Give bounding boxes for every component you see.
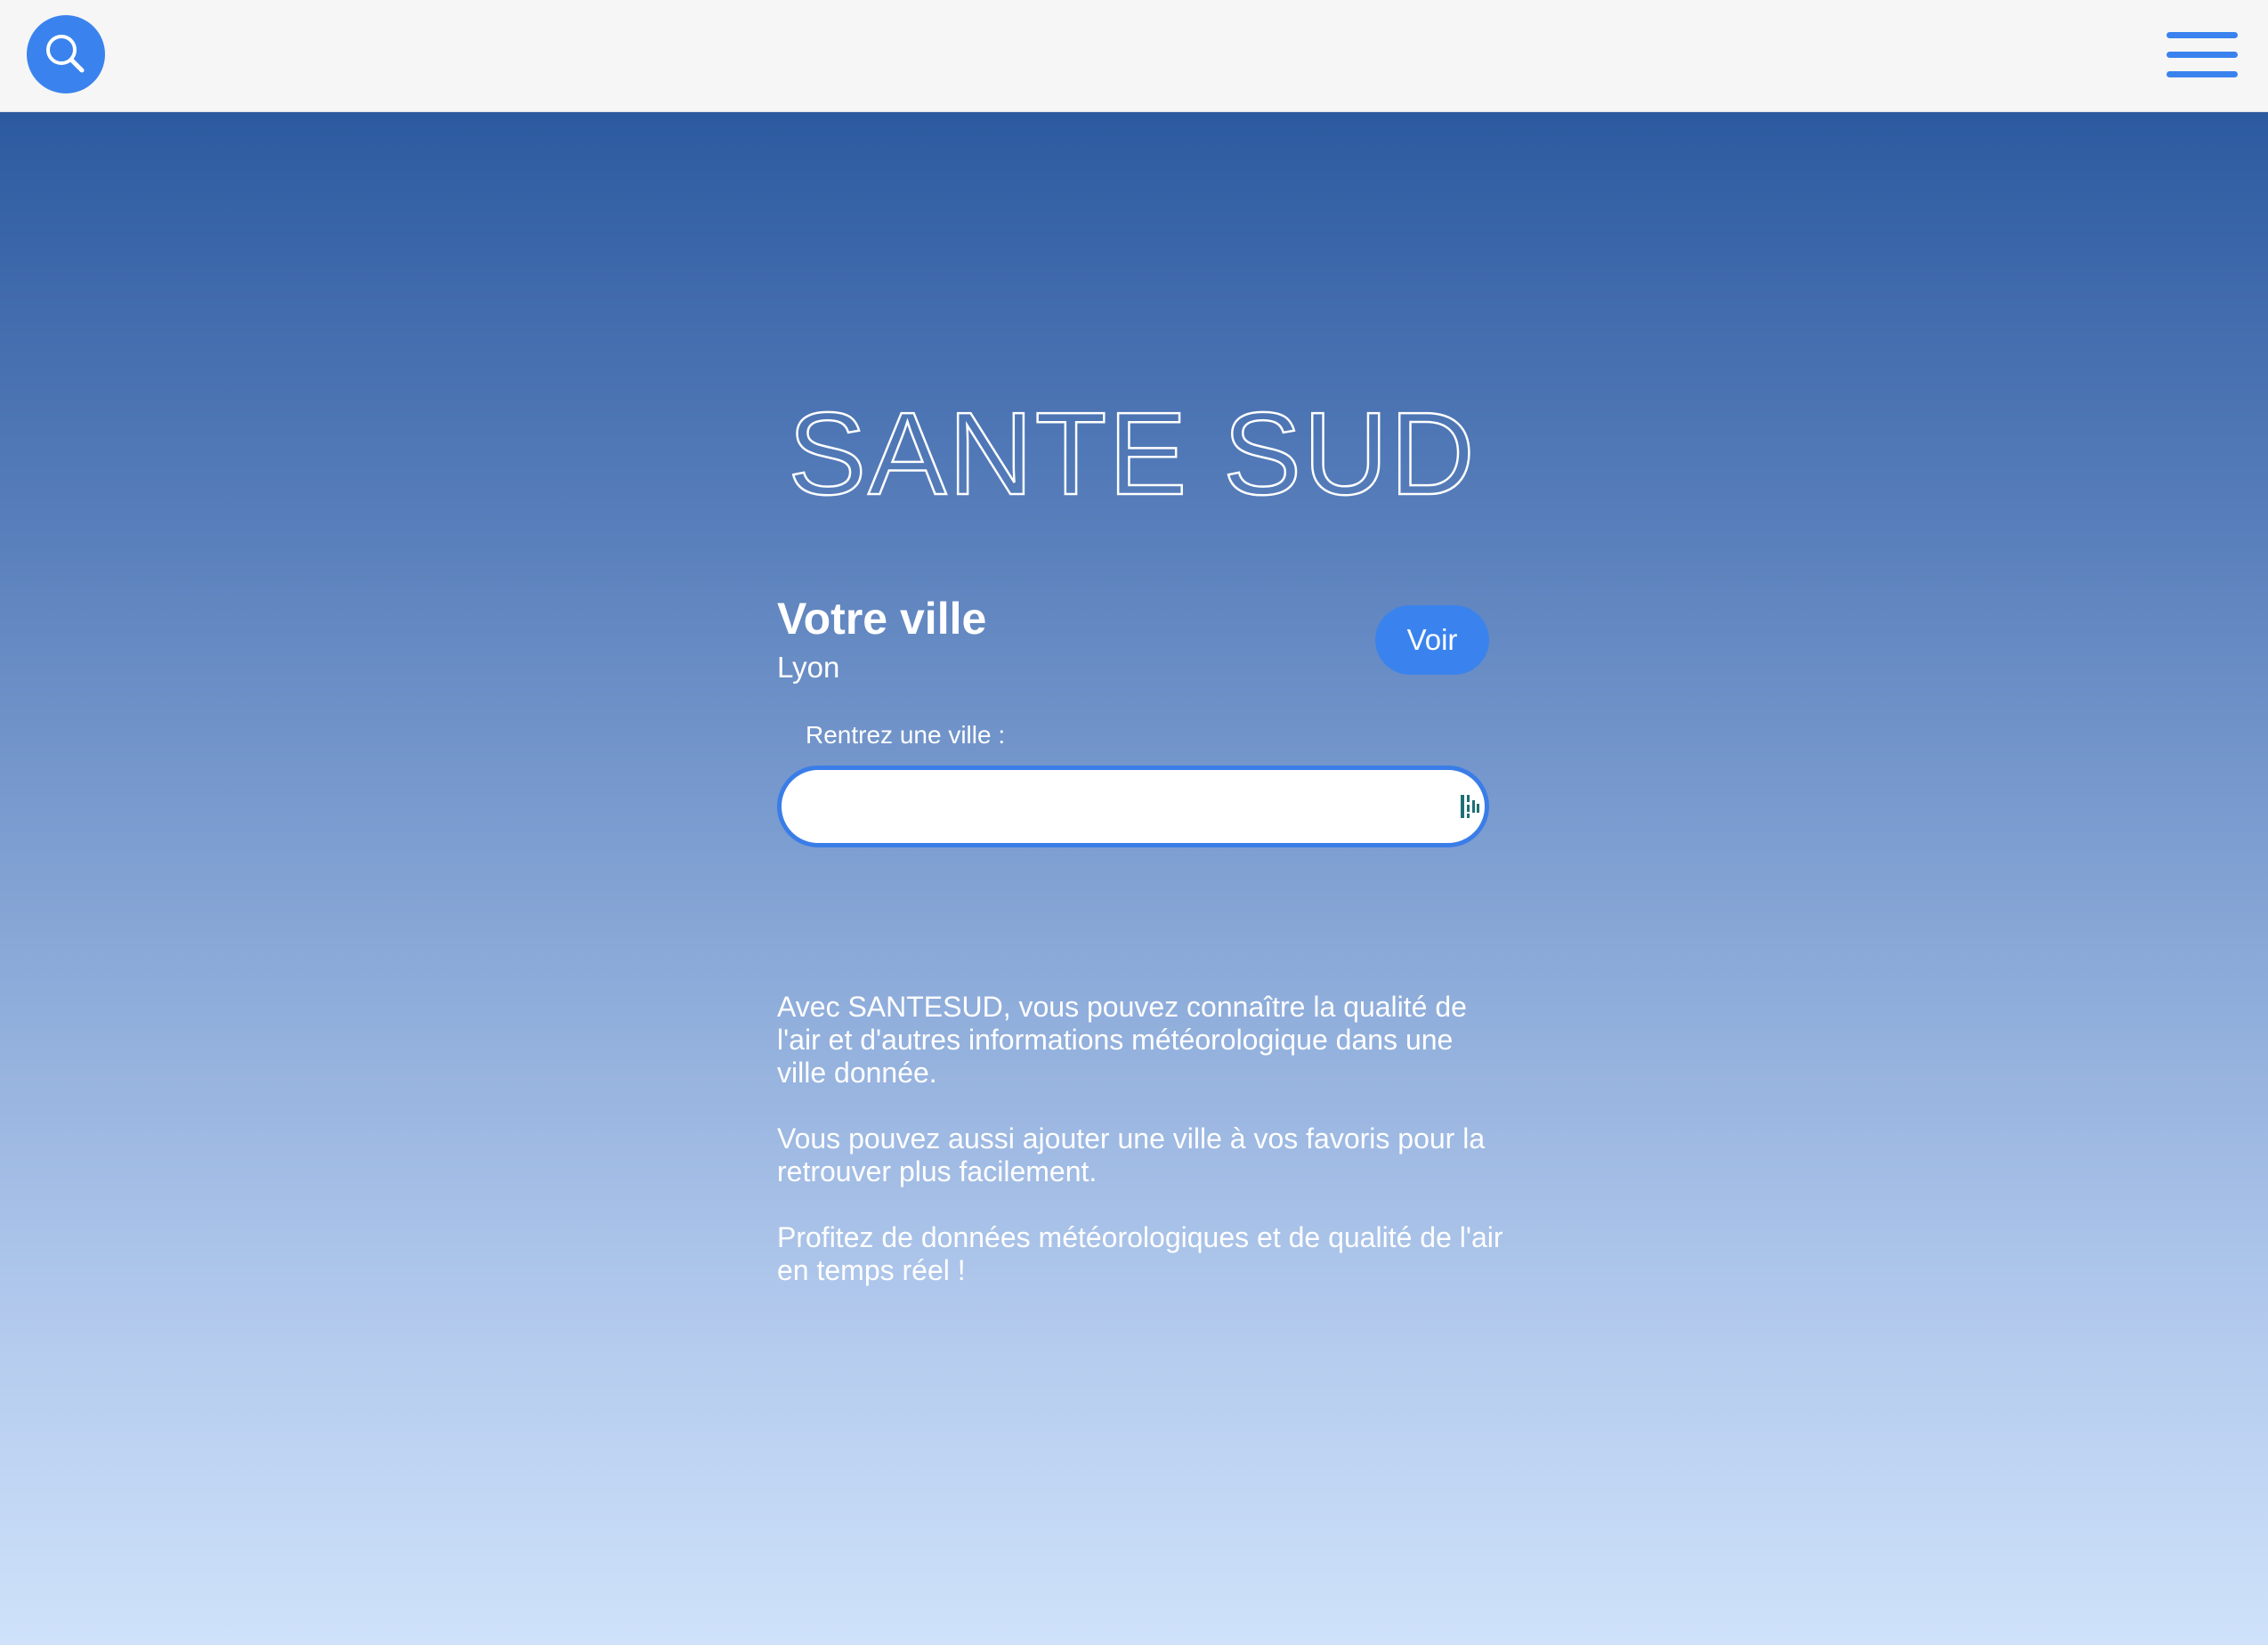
- current-city-name: Lyon: [777, 651, 840, 684]
- search-icon: [46, 35, 85, 73]
- city-input[interactable]: [808, 770, 1413, 843]
- description-paragraph-1: Avec SANTESUD, vous pouvez connaître la …: [777, 991, 1467, 1089]
- city-input-label: Rentrez une ville :: [806, 721, 1006, 749]
- password-manager-icon[interactable]: [1459, 791, 1480, 822]
- main-content: SANTE SUD Votre ville Lyon Voir Rentrez …: [0, 112, 2268, 1645]
- voir-button[interactable]: Voir: [1375, 605, 1489, 675]
- top-bar: [0, 0, 2268, 112]
- brand-logo: SANTE SUD: [787, 387, 1476, 521]
- description-paragraph-2: Vous pouvez aussi ajouter une ville à vo…: [777, 1122, 1486, 1187]
- city-card-title: Votre ville: [777, 594, 987, 644]
- hamburger-menu-icon[interactable]: [2165, 30, 2240, 80]
- description-paragraph-3: Profitez de données météorologiques et d…: [777, 1221, 1503, 1286]
- search-button[interactable]: [27, 15, 105, 93]
- brand-title: SANTE SUD: [788, 388, 1476, 519]
- city-search-field[interactable]: [777, 766, 1489, 847]
